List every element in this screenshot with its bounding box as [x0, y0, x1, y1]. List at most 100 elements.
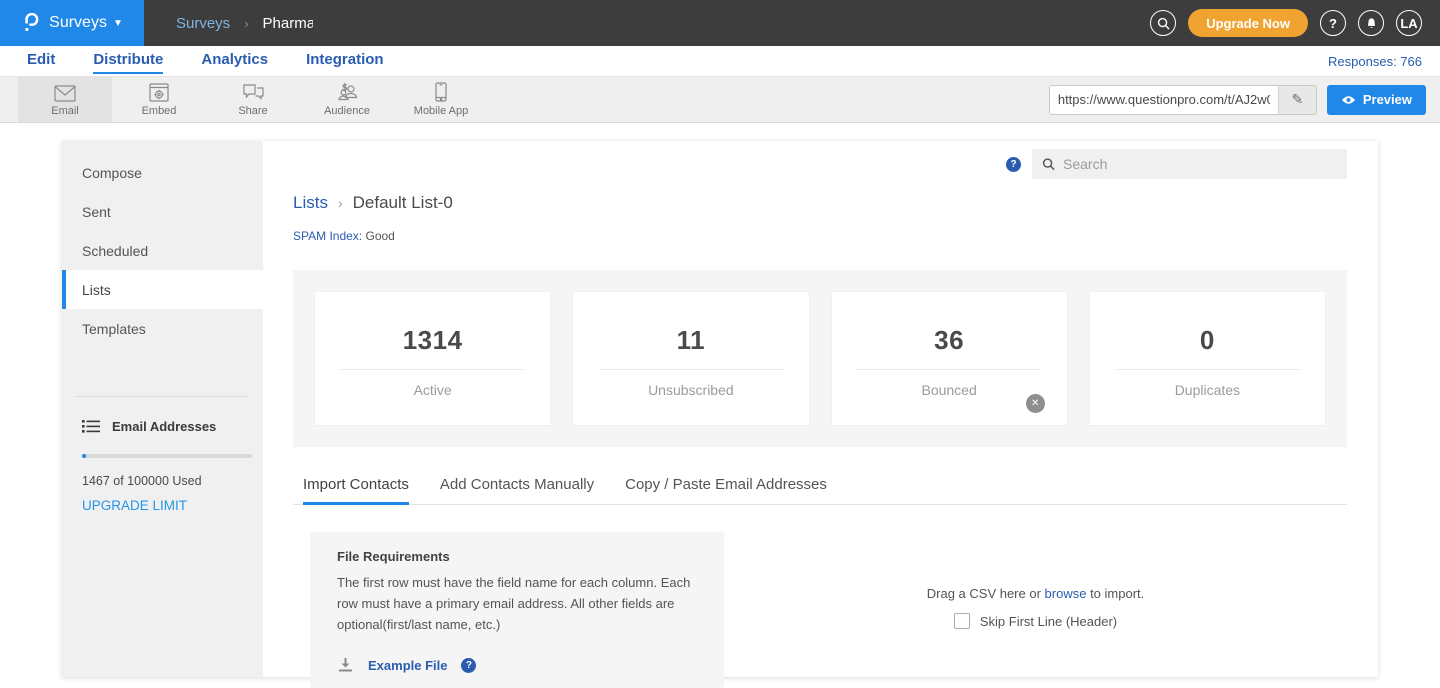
- file-requirements-title: File Requirements: [337, 549, 697, 564]
- sidebar-item-sent[interactable]: Sent: [62, 192, 263, 231]
- pencil-icon: ✎: [1291, 91, 1303, 108]
- x-icon: ✕: [1031, 398, 1039, 409]
- avatar[interactable]: LA: [1396, 10, 1422, 36]
- tab-integration[interactable]: Integration: [306, 48, 384, 74]
- survey-url-input[interactable]: [1050, 86, 1278, 114]
- tab-edit[interactable]: Edit: [27, 48, 55, 74]
- import-contacts-pane: File Requirements The first row must hav…: [293, 532, 1347, 688]
- csv-dropzone[interactable]: Drag a CSV here or browse to import. Ski…: [724, 532, 1347, 688]
- tab-analytics[interactable]: Analytics: [201, 48, 268, 74]
- tab-copy-paste-email-addresses[interactable]: Copy / Paste Email Addresses: [625, 476, 827, 504]
- chevron-down-icon: ▼: [113, 18, 123, 29]
- toolbar-item-label: Audience: [324, 105, 370, 117]
- notifications-button[interactable]: [1358, 10, 1384, 36]
- example-file-link[interactable]: Example File: [368, 658, 447, 673]
- spam-index-value: Good: [365, 229, 394, 243]
- preview-button[interactable]: Preview: [1327, 85, 1426, 115]
- list-icon: [82, 419, 100, 434]
- drag-text-after: to import.: [1086, 586, 1144, 601]
- top-bar: Surveys ▼ Surveys › Pharma Upgrade Now ?…: [0, 0, 1440, 46]
- skip-first-line-row: Skip First Line (Header): [954, 613, 1117, 629]
- responses-count[interactable]: Responses: 766: [1328, 54, 1422, 69]
- avatar-initials: LA: [1400, 16, 1417, 31]
- svg-text:$: $: [342, 83, 348, 93]
- edit-url-button[interactable]: ✎: [1278, 86, 1316, 114]
- envelope-icon: [54, 85, 76, 102]
- product-switcher[interactable]: Surveys ▼: [0, 0, 144, 46]
- download-icon: [337, 657, 354, 673]
- lists-link[interactable]: Lists: [293, 193, 328, 213]
- embed-icon: [149, 83, 169, 102]
- help-button[interactable]: ?: [1320, 10, 1346, 36]
- upgrade-now-button[interactable]: Upgrade Now: [1188, 9, 1308, 37]
- mobile-app-icon: [435, 82, 447, 102]
- skip-first-line-label: Skip First Line (Header): [980, 614, 1117, 629]
- toolbar-item-label: Mobile App: [414, 105, 468, 117]
- stat-label: Duplicates: [1090, 382, 1325, 398]
- stat-label: Unsubscribed: [573, 382, 808, 398]
- lists-help-icon[interactable]: ?: [1006, 157, 1021, 172]
- stat-card-duplicates[interactable]: 0 Duplicates: [1089, 291, 1326, 426]
- current-list-name: Default List-0: [353, 193, 453, 213]
- drag-text-before: Drag a CSV here or: [927, 586, 1045, 601]
- usage-progress-bar: [82, 454, 252, 458]
- list-search-box: [1032, 149, 1347, 179]
- skip-first-line-checkbox[interactable]: [954, 613, 970, 629]
- stat-card-active[interactable]: 1314 Active: [314, 291, 551, 426]
- breadcrumb: Surveys › Pharma: [176, 15, 313, 32]
- stat-value: 0: [1090, 325, 1325, 356]
- main-panel: Compose Sent Scheduled Lists Templates E…: [62, 141, 1378, 677]
- distribute-toolbar: Email Embed Share $ Audience: [0, 76, 1440, 123]
- stat-value: 1314: [315, 325, 550, 356]
- toolbar-item-email[interactable]: Email: [18, 77, 112, 122]
- sidebar-item-templates[interactable]: Templates: [62, 309, 263, 348]
- stat-label: Active: [315, 382, 550, 398]
- survey-url-box: ✎: [1049, 85, 1317, 115]
- file-requirements-body: The first row must have the field name f…: [337, 573, 697, 635]
- sidebar-item-lists[interactable]: Lists: [62, 270, 263, 309]
- usage-progress-fill: [82, 454, 86, 458]
- email-addresses-title: Email Addresses: [112, 419, 216, 434]
- bell-icon: [1365, 17, 1378, 30]
- breadcrumb-survey-title: Pharma: [263, 15, 313, 32]
- toolbar-item-share[interactable]: Share: [206, 77, 300, 122]
- share-icon: [243, 83, 264, 102]
- stat-card-unsubscribed[interactable]: 11 Unsubscribed: [572, 291, 809, 426]
- tab-add-contacts-manually[interactable]: Add Contacts Manually: [440, 476, 594, 504]
- toolbar-item-label: Share: [238, 105, 267, 117]
- sidebar-item-scheduled[interactable]: Scheduled: [62, 231, 263, 270]
- drag-instruction: Drag a CSV here or browse to import.: [927, 586, 1145, 601]
- tab-import-contacts[interactable]: Import Contacts: [303, 476, 409, 505]
- breadcrumb-surveys-link[interactable]: Surveys: [176, 15, 230, 32]
- list-search-input[interactable]: [1063, 156, 1337, 172]
- audience-icon: $: [336, 82, 359, 102]
- clear-bounced-button[interactable]: ✕: [1026, 394, 1045, 413]
- example-file-help-icon[interactable]: ?: [461, 658, 476, 673]
- lists-content: ? Lists › Default List-0 SPAM Index: Goo…: [263, 141, 1378, 677]
- toolbar-item-audience[interactable]: $ Audience: [300, 77, 394, 122]
- survey-nav: Edit Distribute Analytics Integration Re…: [0, 46, 1440, 76]
- stat-card-bounced[interactable]: 36 Bounced ✕: [831, 291, 1068, 426]
- product-name: Surveys: [49, 14, 107, 32]
- topbar-actions: Upgrade Now ? LA: [1150, 9, 1440, 37]
- toolbar-item-mobile-app[interactable]: Mobile App: [394, 77, 488, 122]
- email-sidebar: Compose Sent Scheduled Lists Templates E…: [62, 141, 263, 677]
- spam-index-label: SPAM Index:: [293, 229, 362, 243]
- tab-distribute[interactable]: Distribute: [93, 48, 163, 74]
- toolbar-item-label: Email: [51, 105, 79, 117]
- toolbar-right: ✎ Preview: [1049, 77, 1440, 122]
- search-icon: [1042, 157, 1055, 171]
- stat-value: 11: [573, 325, 808, 356]
- toolbar-item-embed[interactable]: Embed: [112, 77, 206, 122]
- sidebar-item-compose[interactable]: Compose: [62, 153, 263, 192]
- spam-index: SPAM Index: Good: [293, 229, 1347, 243]
- survey-nav-tabs: Edit Distribute Analytics Integration: [27, 48, 384, 74]
- toolbar-item-label: Embed: [142, 105, 177, 117]
- breadcrumb-separator: ›: [338, 195, 343, 211]
- upgrade-limit-link[interactable]: UPGRADE LIMIT: [82, 498, 187, 513]
- search-button[interactable]: [1150, 10, 1176, 36]
- stat-divider: [341, 369, 524, 370]
- questionpro-logo-icon: [21, 13, 41, 33]
- question-mark-icon: ?: [1329, 16, 1337, 31]
- browse-link[interactable]: browse: [1045, 586, 1087, 601]
